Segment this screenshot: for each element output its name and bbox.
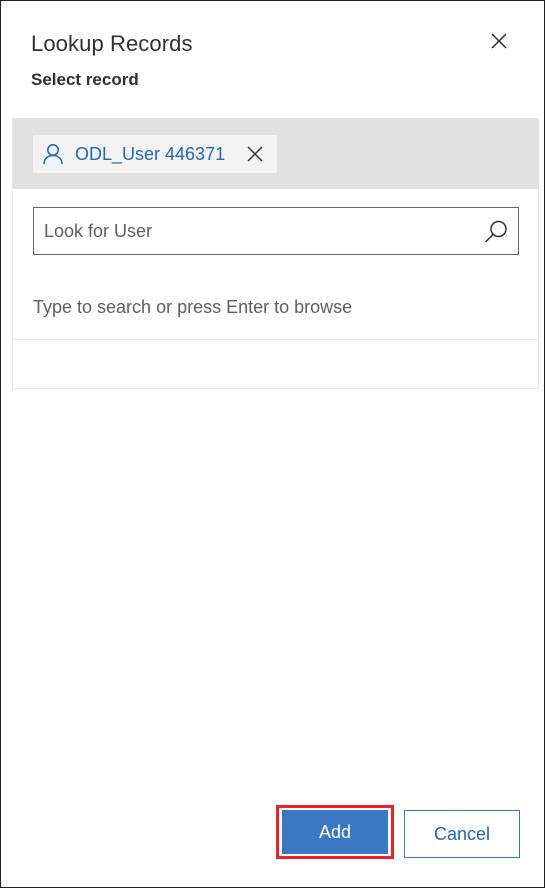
lookup-records-dialog: Lookup Records Select record ODL_User 44…: [0, 0, 545, 888]
divider: [13, 339, 538, 340]
dialog-subtitle: Select record: [31, 70, 139, 89]
search-hint: Type to search or press Enter to browse: [33, 297, 353, 317]
add-button[interactable]: Add: [282, 810, 388, 854]
close-icon: [491, 33, 507, 49]
selected-record-label[interactable]: ODL_User 446371: [75, 144, 225, 165]
lookup-panel: ODL_User 446371 Type to search or press …: [12, 118, 539, 389]
search-box: [33, 207, 519, 255]
cancel-button[interactable]: Cancel: [404, 810, 520, 858]
selected-record-chip[interactable]: ODL_User 446371: [33, 135, 277, 173]
search-input[interactable]: [34, 208, 474, 254]
remove-record-button[interactable]: [243, 142, 267, 166]
close-icon: [247, 146, 263, 162]
close-button[interactable]: [483, 25, 515, 57]
search-icon[interactable]: [483, 219, 509, 245]
dialog-title: Lookup Records: [31, 31, 193, 56]
user-icon: [43, 144, 63, 165]
selected-records-bar: ODL_User 446371: [13, 119, 538, 189]
